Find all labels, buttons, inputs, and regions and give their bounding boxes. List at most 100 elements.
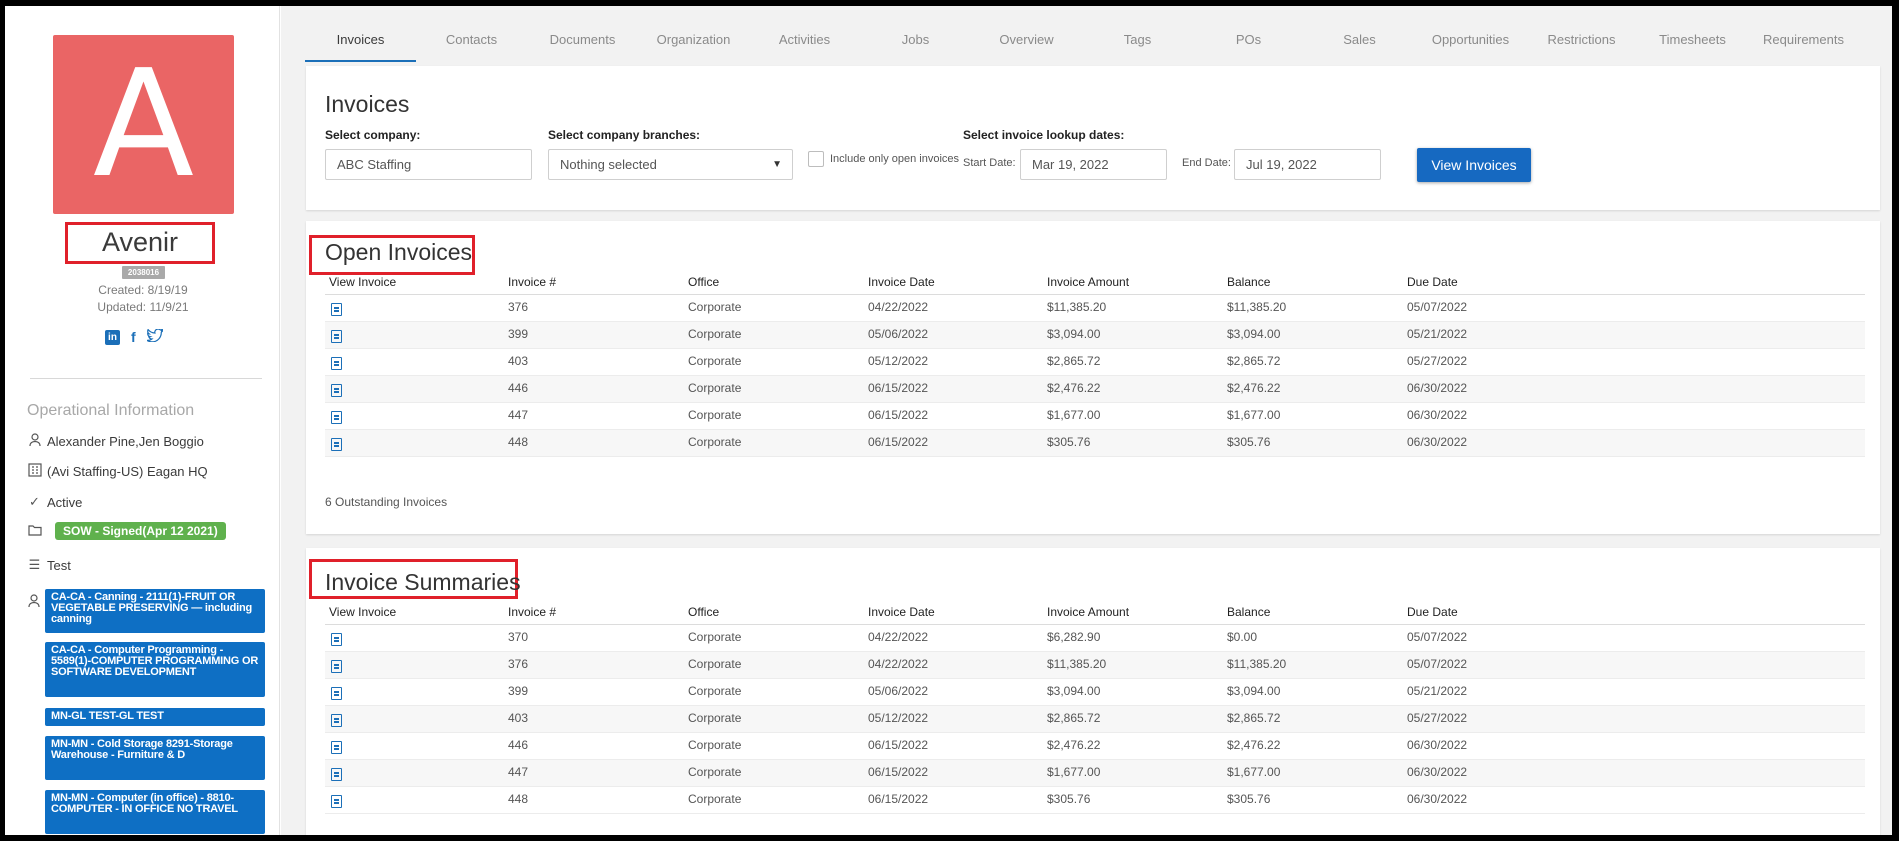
- tab-activities[interactable]: Activities: [749, 18, 860, 62]
- tab-documents[interactable]: Documents: [527, 18, 638, 62]
- company-name: Avenir: [101, 227, 179, 257]
- view-invoice-icon[interactable]: [331, 625, 342, 649]
- building-icon: [27, 463, 42, 480]
- col-due-date: Due Date: [1407, 275, 1458, 289]
- view-invoice-icon[interactable]: [331, 733, 342, 757]
- twitter-icon[interactable]: [144, 327, 164, 345]
- company-input[interactable]: ABC Staffing: [325, 149, 532, 180]
- cell-invoice-number: 448: [508, 435, 529, 449]
- cell-invoice-date: 06/15/2022: [868, 738, 929, 752]
- open-only-label: Include only open invoices: [830, 153, 960, 165]
- document-icon: [331, 330, 342, 343]
- view-invoice-icon[interactable]: [331, 376, 342, 400]
- tab-contacts[interactable]: Contacts: [416, 18, 527, 62]
- open-invoices-title: Open Invoices: [325, 239, 473, 265]
- view-invoice-icon[interactable]: [331, 322, 342, 346]
- cell-invoice-number: 447: [508, 408, 529, 422]
- cell-balance: $1,677.00: [1227, 765, 1281, 779]
- col-balance: Balance: [1227, 605, 1271, 619]
- cell-invoice-amount: $3,094.00: [1047, 327, 1101, 341]
- document-icon: [331, 633, 342, 646]
- cell-invoice-date: 06/15/2022: [868, 792, 929, 806]
- document-icon: [331, 795, 342, 808]
- tab-sales[interactable]: Sales: [1304, 18, 1415, 62]
- view-invoice-icon[interactable]: [331, 652, 342, 676]
- tag-item[interactable]: MN-GL TEST-GL TEST: [45, 708, 265, 726]
- cell-due-date: 05/21/2022: [1407, 327, 1468, 341]
- cell-due-date: 05/27/2022: [1407, 354, 1468, 368]
- cell-invoice-date: 06/15/2022: [868, 408, 929, 422]
- person-icon: [27, 433, 42, 449]
- view-invoice-icon[interactable]: [331, 430, 342, 454]
- cell-invoice-amount: $2,476.22: [1047, 381, 1101, 395]
- cell-due-date: 05/21/2022: [1407, 684, 1468, 698]
- cell-office: Corporate: [688, 381, 742, 395]
- tab-bar: Invoices Contacts Documents Organization…: [305, 18, 1859, 62]
- view-invoice-icon[interactable]: [331, 706, 342, 730]
- cell-office: Corporate: [688, 408, 742, 422]
- branches-select[interactable]: Nothing selected ▼: [548, 149, 793, 180]
- col-office: Office: [688, 275, 720, 289]
- table-row: 446 Corporate 06/15/2022 $2,476.22 $2,476.22…: [325, 376, 1865, 403]
- cell-balance: $3,094.00: [1227, 327, 1281, 341]
- tab-organization[interactable]: Organization: [638, 18, 749, 62]
- start-date-input[interactable]: Mar 19, 2022: [1020, 149, 1167, 180]
- view-invoice-icon[interactable]: [331, 787, 342, 811]
- cell-due-date: 06/30/2022: [1407, 765, 1468, 779]
- cell-balance: $305.76: [1227, 792, 1271, 806]
- table-row: 399 Corporate 05/06/2022 $3,094.00 $3,094.00…: [325, 322, 1865, 349]
- main-content: Invoices Contacts Documents Organization…: [281, 6, 1892, 835]
- invoice-summaries-table: View Invoice Invoice # Office Invoice Da…: [325, 603, 1865, 814]
- cell-invoice-number: 370: [508, 630, 529, 644]
- cell-balance: $2,865.72: [1227, 354, 1281, 368]
- table-header: View Invoice Invoice # Office Invoice Da…: [325, 603, 1865, 625]
- tag-item[interactable]: MN-MN - Computer (in office) - 8810-COMP…: [45, 790, 265, 834]
- cell-balance: $305.76: [1227, 435, 1271, 449]
- view-invoice-icon[interactable]: [331, 403, 342, 427]
- invoice-summaries-title: Invoice Summaries: [325, 569, 521, 595]
- tag-item[interactable]: CA-CA - Canning - 2111(1)-FRUIT OR VEGET…: [45, 589, 265, 633]
- table-row: 448 Corporate 06/15/2022 $305.76 $305.76 06/3…: [325, 787, 1865, 814]
- company-id-badge: 2038016: [122, 266, 165, 279]
- table-row: 447 Corporate 06/15/2022 $1,677.00 $1,677.00…: [325, 403, 1865, 430]
- cell-invoice-amount: $1,677.00: [1047, 765, 1101, 779]
- linkedin-icon[interactable]: in: [105, 329, 120, 345]
- cell-invoice-number: 376: [508, 300, 529, 314]
- view-invoice-icon[interactable]: [331, 295, 342, 319]
- cell-due-date: 06/30/2022: [1407, 408, 1468, 422]
- cell-invoice-amount: $11,385.20: [1047, 657, 1107, 671]
- facebook-icon[interactable]: f: [131, 329, 136, 345]
- col-view-invoice: View Invoice: [329, 275, 397, 289]
- tab-opportunities[interactable]: Opportunities: [1415, 18, 1526, 62]
- tab-invoices[interactable]: Invoices: [305, 18, 416, 62]
- cell-invoice-date: 06/15/2022: [868, 765, 929, 779]
- cell-invoice-amount: $2,865.72: [1047, 354, 1101, 368]
- view-invoice-icon[interactable]: [331, 349, 342, 373]
- cell-due-date: 06/30/2022: [1407, 435, 1468, 449]
- view-invoice-icon[interactable]: [331, 760, 342, 784]
- social-links: in f: [105, 327, 164, 345]
- col-invoice-number: Invoice #: [508, 605, 557, 619]
- check-icon: ✓: [29, 494, 40, 509]
- cell-invoice-number: 399: [508, 327, 529, 341]
- cell-office: Corporate: [688, 738, 742, 752]
- tab-timesheets[interactable]: Timesheets: [1637, 18, 1748, 62]
- tab-overview[interactable]: Overview: [971, 18, 1082, 62]
- tab-tags[interactable]: Tags: [1082, 18, 1193, 62]
- tab-jobs[interactable]: Jobs: [860, 18, 971, 62]
- tag-item[interactable]: CA-CA - Computer Programming - 5589(1)-C…: [45, 642, 265, 697]
- view-invoice-icon[interactable]: [331, 679, 342, 703]
- tab-requirements[interactable]: Requirements: [1748, 18, 1859, 62]
- tab-restrictions[interactable]: Restrictions: [1526, 18, 1637, 62]
- tag-item[interactable]: MN-MN - Cold Storage 8291-Storage Wareho…: [45, 736, 265, 780]
- outstanding-count: 6 Outstanding Invoices: [325, 495, 448, 509]
- view-invoices-button[interactable]: View Invoices: [1417, 148, 1531, 182]
- cell-due-date: 05/07/2022: [1407, 630, 1468, 644]
- sow-status-badge: SOW - Signed(Apr 12 2021): [55, 522, 226, 540]
- end-date-input[interactable]: Jul 19, 2022: [1234, 149, 1381, 180]
- cell-office: Corporate: [688, 684, 742, 698]
- open-only-checkbox[interactable]: [808, 151, 824, 167]
- list-text: Test: [47, 557, 71, 573]
- cell-office: Corporate: [688, 435, 742, 449]
- tab-pos[interactable]: POs: [1193, 18, 1304, 62]
